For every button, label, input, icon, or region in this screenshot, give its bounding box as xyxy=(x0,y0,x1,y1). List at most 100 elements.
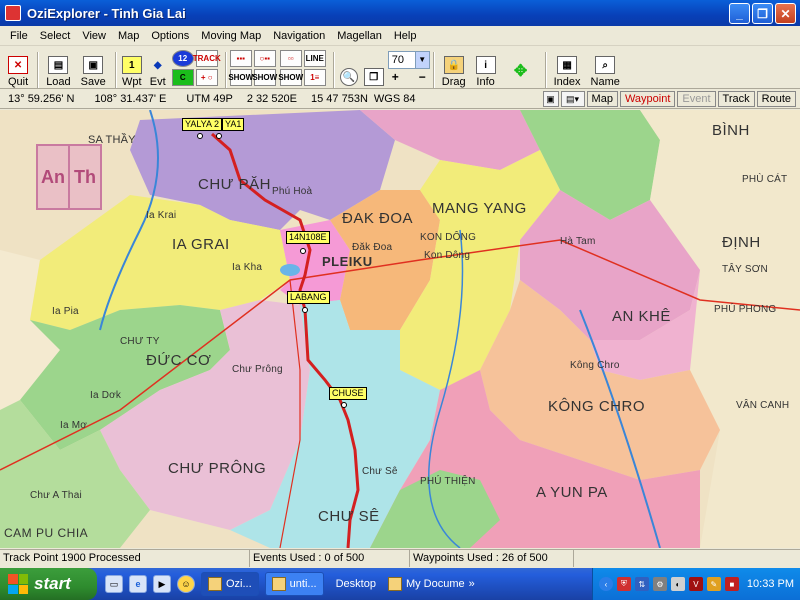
name-button[interactable]: ⌕ Name xyxy=(587,50,624,88)
menu-help[interactable]: Help xyxy=(388,30,423,42)
show-routes-button[interactable]: SHOW xyxy=(278,68,303,86)
coordinate-bar: 13° 59.256' N 108° 31.437' E UTM 49P 2 3… xyxy=(0,90,800,109)
load-button[interactable]: ▤ Load xyxy=(42,50,74,88)
taskbar-ozi-button[interactable]: Ozi... xyxy=(201,572,259,596)
district-label: KON DÔNG xyxy=(420,232,477,243)
toolbar-separator xyxy=(114,52,117,88)
waypoint-marker[interactable] xyxy=(197,133,203,139)
mode-track-button[interactable]: Track xyxy=(717,91,755,107)
waypoint-label-chuse[interactable]: CHUSE xyxy=(329,387,367,400)
mode-event-button[interactable]: Event xyxy=(677,91,716,107)
menu-file[interactable]: File xyxy=(4,30,34,42)
index-button[interactable]: ▦ Index xyxy=(550,50,585,88)
mode-waypoint-button[interactable]: Waypoint xyxy=(619,91,676,107)
town-label: Ia Krai xyxy=(146,210,177,221)
search-icon: ⌕ xyxy=(595,56,616,74)
menu-moving-map[interactable]: Moving Map xyxy=(195,30,267,42)
system-tray: ‹ ⛨ ⇅ ⚙ ◐ V ✎ ■ 10:33 PM xyxy=(591,568,800,600)
map-image-icon[interactable]: ▣ xyxy=(542,91,559,107)
save-map-icon[interactable]: ▤▾ xyxy=(560,91,585,107)
menu-magellan[interactable]: Magellan xyxy=(331,30,388,42)
paint-app-icon xyxy=(271,577,286,591)
tray-pencil-icon[interactable]: ✎ xyxy=(706,577,721,591)
start-button[interactable]: start xyxy=(0,568,97,600)
internet-explorer-icon[interactable]: e xyxy=(129,575,147,593)
evt-button[interactable]: ◆ Evt xyxy=(146,50,170,89)
status-bar: Track Point 1900 Processed Events Used :… xyxy=(0,549,800,567)
town-label: Hà Tam xyxy=(560,236,596,247)
zoom-select[interactable]: 70 ▼ xyxy=(387,51,430,69)
route-show-icon[interactable]: ▫▫ xyxy=(279,49,302,67)
tray-volume-icon[interactable]: ◐ xyxy=(670,577,685,591)
town-label: Ia Pia xyxy=(52,306,79,317)
zoom-in-icon[interactable]: + xyxy=(392,70,399,84)
menu-map[interactable]: Map xyxy=(112,30,145,42)
town-label: Ia Kha xyxy=(232,262,263,273)
tray-antivirus-icon[interactable]: V xyxy=(688,577,703,591)
overview-box[interactable]: An Th xyxy=(36,144,102,210)
wpt-button[interactable]: 1 Wpt xyxy=(120,50,144,88)
pan-arrows[interactable]: ✥ xyxy=(502,50,540,88)
mode-map-button[interactable]: Map xyxy=(586,91,618,107)
drag-button[interactable]: 🔒 Drag xyxy=(438,50,470,88)
neighbor-label: VÂN CANH xyxy=(736,400,790,411)
menu-navigation[interactable]: Navigation xyxy=(267,30,331,42)
tray-network-icon[interactable]: ⇅ xyxy=(634,577,649,591)
double-chevron-icon[interactable]: » xyxy=(469,578,475,590)
media-player-icon[interactable]: ▶ xyxy=(153,575,171,593)
town-label: Kông Chro xyxy=(570,360,620,371)
zoom-tool-button[interactable]: 🔍 xyxy=(338,50,360,88)
info-icon: i xyxy=(475,56,496,74)
line-icon[interactable]: LINE xyxy=(303,49,326,67)
waypoint-label-yalya2[interactable]: YALYA 2 xyxy=(182,118,223,131)
neighbor-label: PHÙ CÁT xyxy=(742,174,788,185)
minimize-button[interactable]: _ xyxy=(729,3,750,24)
waypoint-marker[interactable] xyxy=(302,307,308,313)
show-waypoints-button[interactable]: SHOW xyxy=(228,68,253,86)
chevron-down-icon[interactable]: ▼ xyxy=(414,52,429,68)
load-icon: ▤ xyxy=(48,56,69,74)
waypoint-marker[interactable] xyxy=(216,133,222,139)
waypoint-label-ya1[interactable]: YA1 xyxy=(222,118,245,131)
mode-route-button[interactable]: Route xyxy=(756,91,796,107)
info-button[interactable]: i Info xyxy=(472,50,500,88)
show-desktop-icon[interactable]: ▭ xyxy=(105,575,123,593)
waypoint-marker[interactable] xyxy=(341,402,347,408)
show-events-button[interactable]: SHOW xyxy=(252,68,277,86)
waypoint-label-14n108e[interactable]: 14N108E xyxy=(286,231,330,244)
tray-tool-icon[interactable]: ⚙ xyxy=(652,577,667,591)
town-label: Kon Dông xyxy=(424,250,471,261)
track-icon[interactable]: TRACK xyxy=(193,49,221,67)
close-button[interactable]: ✕ xyxy=(775,3,796,24)
neighbor-label: ĐỊNH xyxy=(722,234,761,251)
menu-view[interactable]: View xyxy=(76,30,112,42)
save-button[interactable]: ▣ Save xyxy=(77,50,110,88)
route-number-icon[interactable]: 12 xyxy=(171,49,194,67)
clock[interactable]: 10:33 PM xyxy=(747,578,794,590)
taskbar-untitled-button[interactable]: unti... xyxy=(264,572,324,596)
tray-arrow-icon[interactable]: ‹ xyxy=(598,577,613,591)
menu-options[interactable]: Options xyxy=(145,30,195,42)
menu-select[interactable]: Select xyxy=(34,30,77,42)
zoom-out-icon[interactable]: − xyxy=(419,70,426,84)
ozi-app-icon xyxy=(208,577,222,591)
tray-shield-icon[interactable]: ⛨ xyxy=(616,577,631,591)
desktop-toolbar[interactable]: Desktop xyxy=(336,578,376,590)
waypoint-marker[interactable] xyxy=(300,248,306,254)
overview-cell-an: An xyxy=(37,145,69,209)
window-tool-button[interactable]: ❐ xyxy=(362,50,386,88)
messenger-icon[interactable]: ☺ xyxy=(177,575,195,593)
maximize-button[interactable]: ❐ xyxy=(752,3,773,24)
waypoint-label-labang[interactable]: LABANG xyxy=(287,291,330,304)
plus-icon[interactable]: + ○ xyxy=(195,68,218,86)
window-title: OziExplorer - Tinh Gia Lai xyxy=(27,5,186,21)
map-view[interactable]: An Th CHƯ PĂH IA GRAI PLEIKU ĐAK ĐOA MAN… xyxy=(0,110,800,548)
green-c-icon[interactable]: C xyxy=(171,68,194,86)
tray-lock-icon[interactable]: ■ xyxy=(724,577,739,591)
my-documents-toolbar[interactable]: My Docume » xyxy=(387,577,475,591)
event-show-icon[interactable]: ○▪▪ xyxy=(253,49,276,67)
list-icon[interactable]: 1≡ xyxy=(303,68,326,86)
status-waypoints: Waypoints Used : 26 of 500 xyxy=(410,550,574,567)
waypoint-show-icon[interactable]: ▪▪▪ xyxy=(229,49,252,67)
quit-button[interactable]: ✕ Quit xyxy=(4,50,32,88)
